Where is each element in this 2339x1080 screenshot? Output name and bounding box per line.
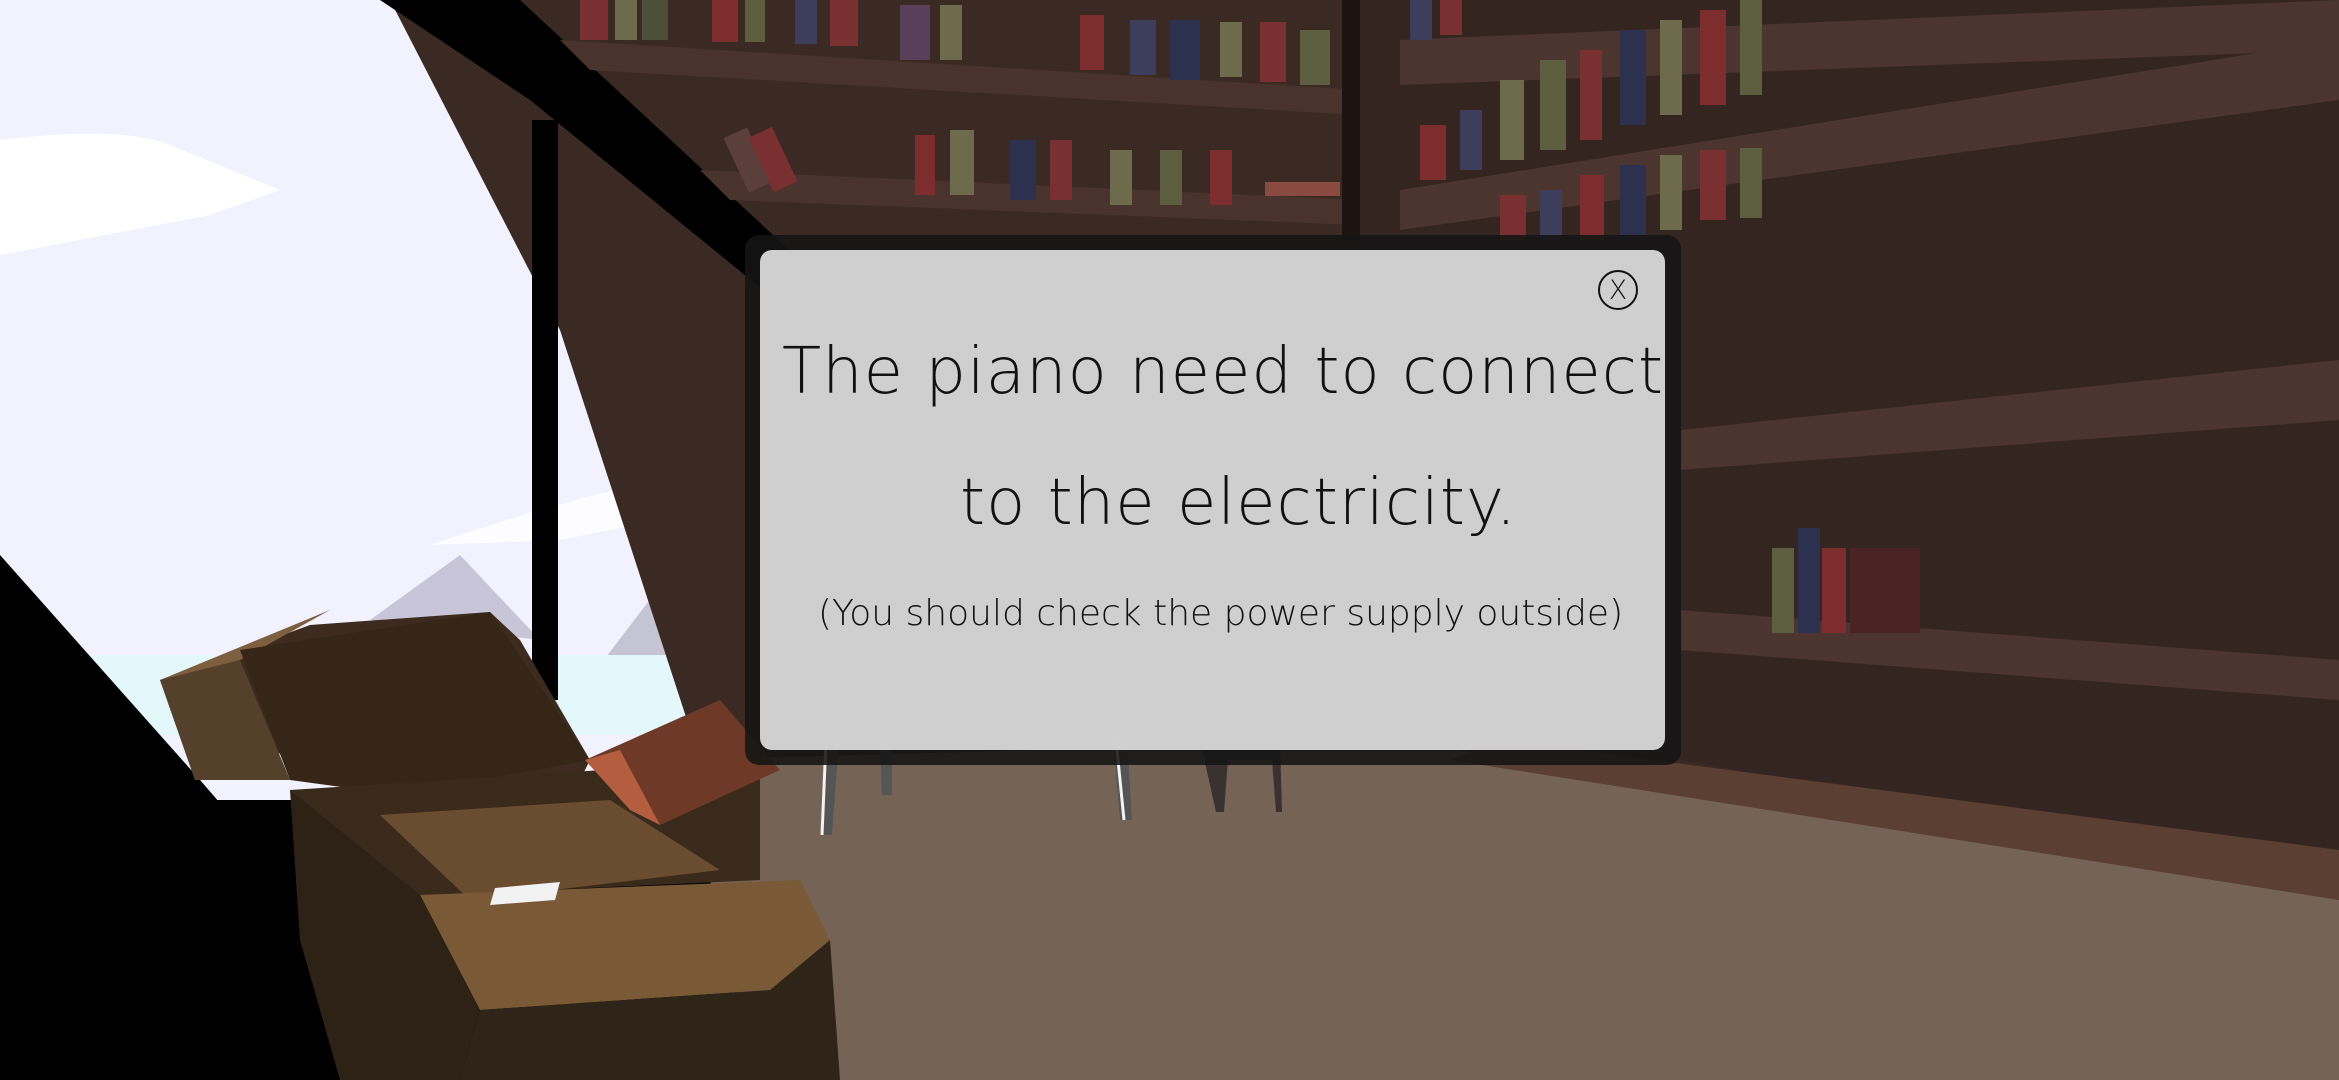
window-frame-post (532, 120, 558, 700)
close-button[interactable]: X (1598, 270, 1638, 310)
dialog-hint: (You should check the power supply outsi… (818, 593, 1624, 634)
close-circle-icon[interactable]: X (1609, 277, 1628, 304)
dialog-message-line-2: to the electricity. (960, 466, 1518, 540)
shelf-divider (1342, 0, 1360, 240)
dialog-message-line-1: The piano need to connect (782, 335, 1665, 409)
